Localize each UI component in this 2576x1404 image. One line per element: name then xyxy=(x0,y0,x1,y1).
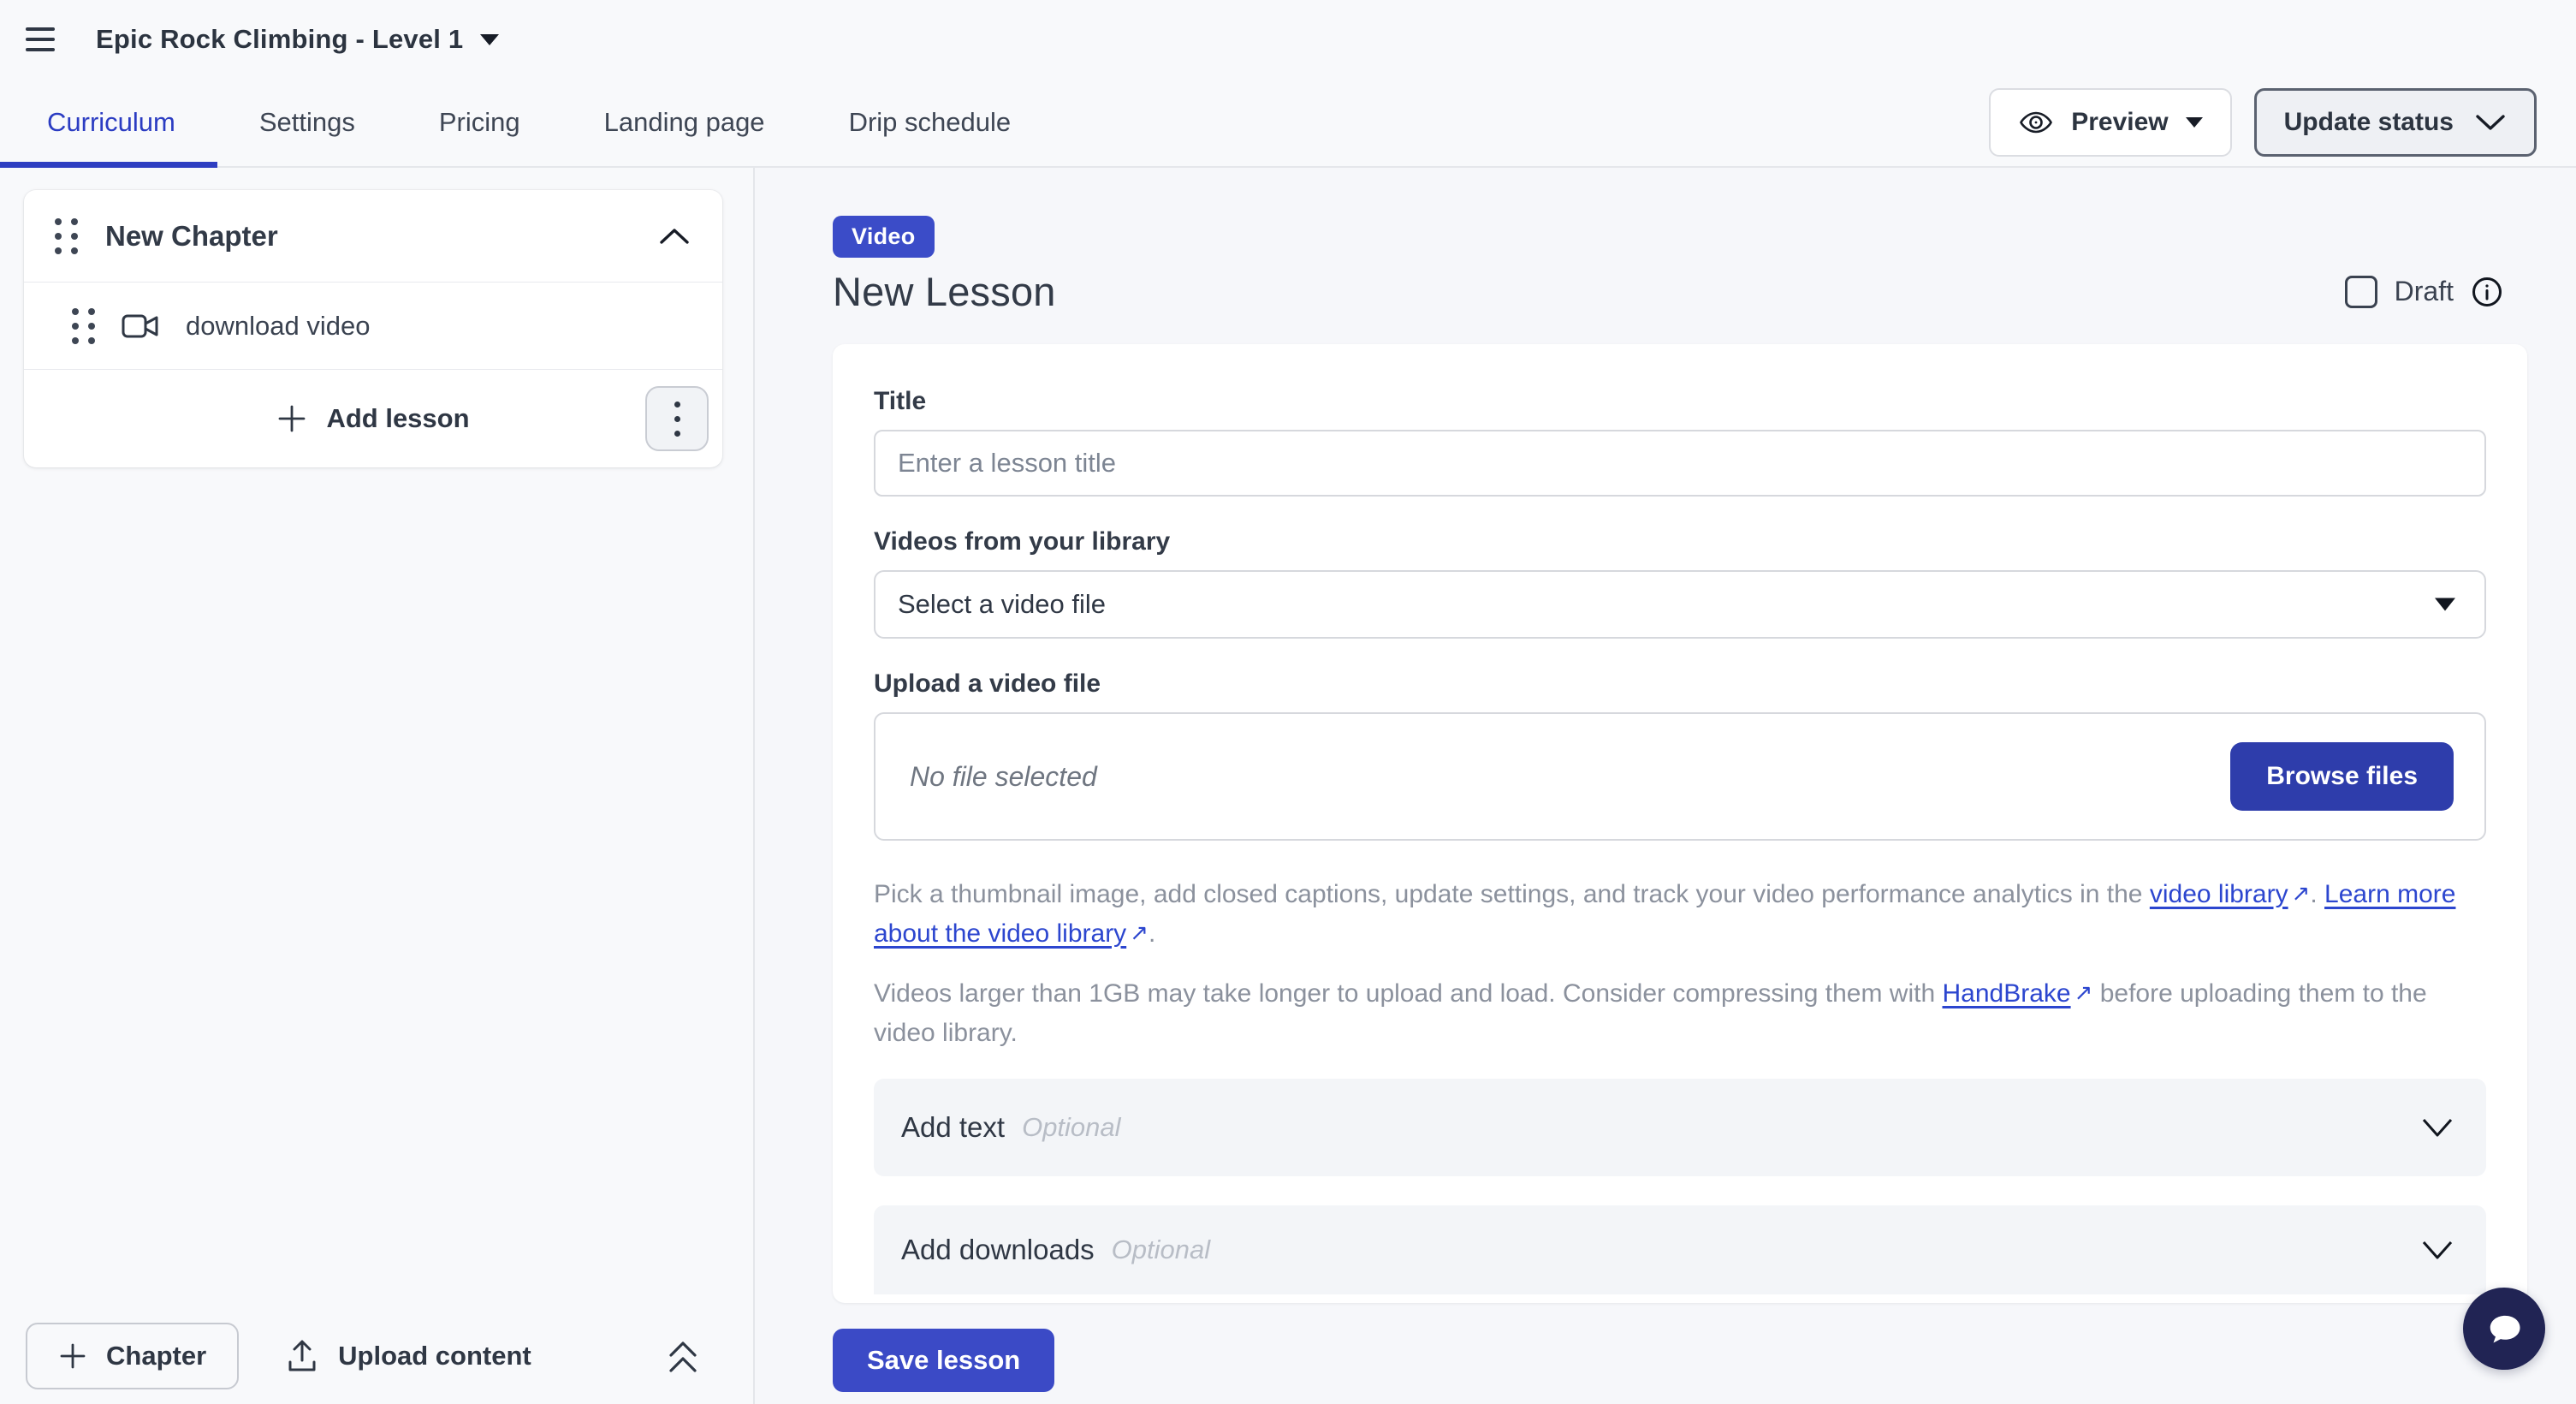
chapter-header[interactable]: New Chapter xyxy=(24,190,722,283)
help-text: Videos larger than 1GB may take longer t… xyxy=(874,979,1943,1008)
lesson-title-input[interactable] xyxy=(874,430,2486,497)
add-lesson-label: Add lesson xyxy=(326,403,469,434)
chevron-down-icon xyxy=(2474,111,2507,134)
video-library-link[interactable]: video library↗ xyxy=(2150,880,2311,908)
drag-handle-icon[interactable] xyxy=(72,308,95,344)
chat-bubble-icon xyxy=(2479,1304,2529,1353)
course-switcher[interactable]: Epic Rock Climbing - Level 1 xyxy=(96,24,499,55)
add-downloads-section[interactable]: Add downloads Optional xyxy=(874,1205,2486,1294)
caret-down-icon xyxy=(480,34,499,45)
add-chapter-label: Chapter xyxy=(106,1341,206,1371)
preview-label: Preview xyxy=(2071,108,2168,137)
add-chapter-button[interactable]: Chapter xyxy=(26,1323,239,1389)
tab-label: Curriculum xyxy=(47,107,175,138)
caret-down-icon xyxy=(2186,117,2203,128)
update-status-label: Update status xyxy=(2284,108,2454,137)
select-value: Select a video file xyxy=(898,589,1106,620)
upload-content-button[interactable]: Upload content xyxy=(285,1338,531,1374)
link-label: HandBrake xyxy=(1943,979,2071,1008)
help-text: . xyxy=(2310,880,2324,908)
tabs-bar: Curriculum Settings Pricing Landing page… xyxy=(0,79,2576,168)
handbrake-link[interactable]: HandBrake↗ xyxy=(1943,979,2093,1008)
eye-icon xyxy=(2018,104,2054,140)
lesson-item[interactable]: download video xyxy=(24,283,722,370)
external-link-icon: ↗ xyxy=(1126,913,1149,952)
library-field-label: Videos from your library xyxy=(874,527,2486,556)
optional-label: Optional xyxy=(1112,1234,1210,1265)
lesson-title: download video xyxy=(186,311,370,342)
tab-label: Settings xyxy=(259,107,355,138)
course-builder-app: Epic Rock Climbing - Level 1 Curriculum … xyxy=(0,0,2576,1404)
lesson-header: Video New Lesson Draft xyxy=(833,168,2527,315)
save-lesson-button[interactable]: Save lesson xyxy=(833,1329,1054,1392)
tab-label: Landing page xyxy=(604,107,765,138)
add-downloads-label: Add downloads xyxy=(901,1234,1095,1266)
external-link-icon: ↗ xyxy=(2071,973,2093,1012)
upload-field-label: Upload a video file xyxy=(874,669,2486,699)
sidebar-footer: Chapter Upload content xyxy=(0,1308,751,1404)
chevron-down-icon xyxy=(2419,1238,2455,1262)
link-label: video library xyxy=(2150,880,2288,908)
tab-landing-page[interactable]: Landing page xyxy=(562,79,807,166)
add-text-label: Add text xyxy=(901,1111,1005,1144)
caret-down-icon xyxy=(2435,598,2455,611)
lesson-title-row: New Lesson Draft xyxy=(833,268,2527,315)
external-link-icon: ↗ xyxy=(2288,873,2311,913)
plus-icon xyxy=(58,1342,87,1371)
draft-checkbox[interactable] xyxy=(2345,276,2377,308)
preview-button[interactable]: Preview xyxy=(1989,88,2231,157)
draft-label: Draft xyxy=(2395,276,2454,307)
chapter-title: New Chapter xyxy=(105,220,630,253)
collapse-all-button[interactable] xyxy=(664,1336,702,1376)
tab-drip-schedule[interactable]: Drip schedule xyxy=(807,79,1054,166)
lesson-editor: Video New Lesson Draft xyxy=(755,168,2576,1404)
tab-settings[interactable]: Settings xyxy=(217,79,397,166)
top-bar: Epic Rock Climbing - Level 1 xyxy=(0,0,2576,79)
upload-content-label: Upload content xyxy=(338,1341,531,1371)
course-title: Epic Rock Climbing - Level 1 xyxy=(96,24,463,55)
no-file-text: No file selected xyxy=(910,761,1097,793)
lesson-type-badge: Video xyxy=(833,216,935,258)
chapter-footer: Add lesson xyxy=(24,370,722,467)
video-camera-icon xyxy=(121,312,160,341)
hamburger-menu-icon[interactable] xyxy=(26,22,60,57)
chat-widget-button[interactable] xyxy=(2463,1288,2545,1370)
tab-label: Pricing xyxy=(439,107,520,138)
file-dropzone[interactable]: No file selected Browse files xyxy=(874,712,2486,841)
help-text: Pick a thumbnail image, add closed capti… xyxy=(874,880,2150,908)
update-status-button[interactable]: Update status xyxy=(2254,88,2537,157)
video-library-help-text: Pick a thumbnail image, add closed capti… xyxy=(874,875,2486,954)
compression-help-text: Videos larger than 1GB may take longer t… xyxy=(874,974,2486,1053)
upload-icon xyxy=(285,1338,319,1374)
draft-toggle-group: Draft xyxy=(2345,276,2503,308)
header-actions: Preview Update status xyxy=(1989,79,2537,166)
add-text-section[interactable]: Add text Optional xyxy=(874,1079,2486,1176)
tab-label: Drip schedule xyxy=(849,107,1012,138)
drag-handle-icon[interactable] xyxy=(55,218,78,254)
lesson-form-card: Title Videos from your library Select a … xyxy=(833,344,2527,1303)
chevron-up-icon[interactable] xyxy=(657,225,691,247)
page-title: New Lesson xyxy=(833,268,1056,315)
title-field-label: Title xyxy=(874,387,2486,416)
curriculum-sidebar: New Chapter download video xyxy=(0,168,755,1404)
browse-files-button[interactable]: Browse files xyxy=(2230,742,2454,811)
chapter-card: New Chapter download video xyxy=(24,190,722,467)
tab-curriculum[interactable]: Curriculum xyxy=(0,79,217,166)
tab-pricing[interactable]: Pricing xyxy=(397,79,562,166)
video-library-select[interactable]: Select a video file xyxy=(874,570,2486,639)
chapter-menu-button[interactable] xyxy=(645,386,709,451)
plus-icon xyxy=(276,403,307,434)
help-text: . xyxy=(1149,919,1155,948)
add-lesson-button[interactable]: Add lesson xyxy=(24,370,722,467)
optional-label: Optional xyxy=(1022,1112,1120,1143)
body: New Chapter download video xyxy=(0,168,2576,1404)
info-icon[interactable] xyxy=(2471,276,2503,308)
chevron-down-icon xyxy=(2419,1115,2455,1139)
